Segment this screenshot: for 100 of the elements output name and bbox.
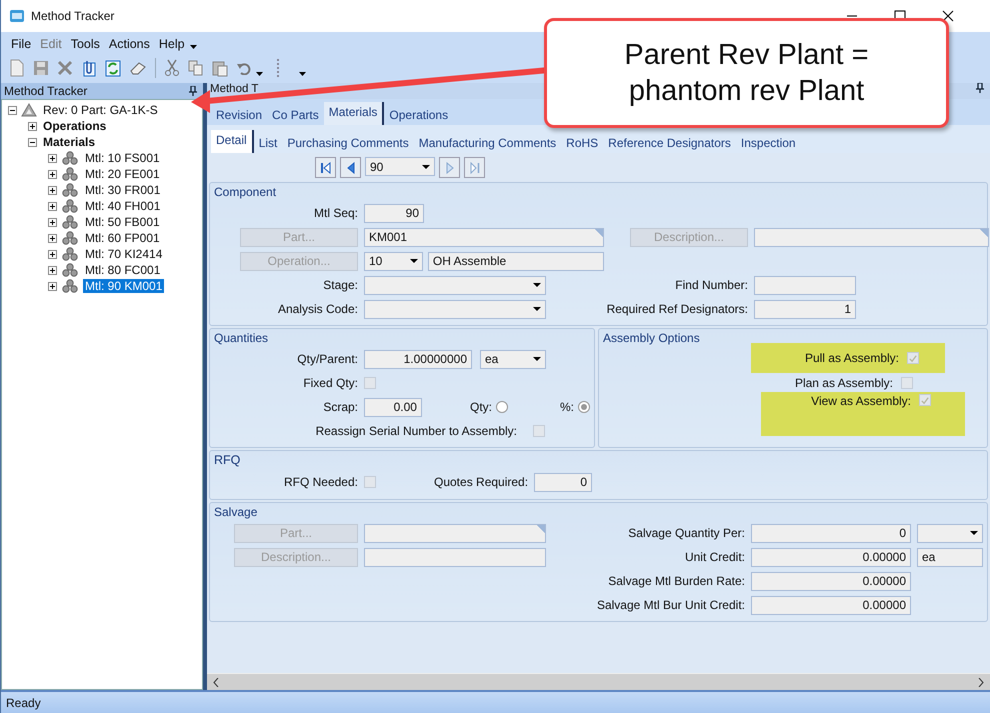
delete-icon[interactable] — [57, 60, 73, 76]
tab[interactable]: Co Parts — [267, 105, 324, 125]
checkbox[interactable] — [907, 352, 919, 364]
tab[interactable]: Detail — [211, 130, 254, 153]
attach-icon[interactable] — [81, 59, 97, 77]
tab[interactable]: Inspection — [736, 133, 801, 153]
tree-item[interactable]: Mtl: 70 KI2414 — [83, 247, 164, 261]
tree-item[interactable]: Mtl: 60 FP001 — [83, 231, 162, 245]
bur-unit-credit-field[interactable]: 0.00000 — [751, 596, 911, 614]
previous-icon — [346, 162, 356, 174]
radio-label: %: — [560, 400, 576, 414]
salvage-part-field[interactable] — [364, 524, 546, 542]
find-number-field[interactable] — [754, 276, 856, 294]
field-label: Fixed Qty: — [302, 376, 359, 390]
expand-icon[interactable] — [48, 154, 57, 162]
tree-item[interactable]: Mtl: 50 FB001 — [83, 215, 162, 229]
salvage-quantity-field[interactable]: 0 — [751, 524, 911, 542]
pin-icon[interactable] — [189, 86, 197, 96]
tab[interactable]: Purchasing Comments — [282, 133, 414, 153]
reassign-serial-checkbox[interactable] — [533, 425, 545, 437]
uom-field[interactable]: ea — [917, 548, 983, 566]
tree-item[interactable]: Mtl: 20 FE001 — [83, 167, 162, 181]
tab[interactable]: List — [254, 133, 282, 153]
pin-icon[interactable] — [976, 83, 984, 93]
field-label: Quotes Required: — [434, 475, 528, 489]
expand-icon[interactable] — [48, 266, 57, 274]
checkbox[interactable] — [919, 394, 931, 406]
paste-icon[interactable] — [212, 59, 228, 77]
expand-icon[interactable] — [48, 218, 57, 226]
menu-item[interactable]: Help — [158, 36, 185, 50]
tree-item[interactable]: Mtl: 90 KM001 — [83, 279, 164, 293]
operation-dropdown[interactable]: 10 — [364, 252, 423, 270]
expand-icon[interactable] — [28, 138, 37, 146]
horizontal-scrollbar[interactable] — [207, 673, 990, 690]
tree-item[interactable]: Mtl: 10 FS001 — [83, 151, 162, 165]
tab[interactable]: Reference Designators — [603, 133, 736, 153]
close-icon[interactable] — [942, 10, 954, 22]
group-title: Salvage — [214, 505, 258, 521]
field-label: Find Number: — [674, 278, 749, 292]
tree-item[interactable]: Mtl: 40 FH001 — [83, 199, 162, 213]
tree-item[interactable]: Mtl: 30 FR001 — [83, 183, 162, 197]
field-label: Salvage Quantity Per: — [627, 526, 746, 540]
caret-icon[interactable] — [299, 72, 306, 76]
copy-icon[interactable] — [188, 60, 204, 76]
tab[interactable]: Revision — [211, 105, 268, 125]
scrap-field[interactable]: 0.00 — [364, 398, 422, 416]
cubes-icon — [61, 231, 79, 245]
part-field[interactable]: KM001 — [364, 228, 604, 246]
caret-icon[interactable] — [256, 72, 263, 76]
salvage-description-field[interactable] — [364, 548, 546, 566]
uom-dropdown[interactable]: ea — [480, 350, 546, 368]
field-label: Required Ref Designators: — [606, 302, 749, 316]
previous-record-button[interactable] — [340, 157, 361, 178]
radio-button[interactable] — [578, 401, 590, 413]
status-text: Ready — [6, 696, 41, 710]
menu-item[interactable]: Tools — [70, 36, 100, 50]
eraser-icon[interactable] — [129, 60, 147, 76]
caret-icon[interactable] — [190, 44, 197, 48]
tab[interactable]: Materials — [324, 102, 384, 125]
checkbox[interactable] — [901, 376, 913, 388]
group-title: RFQ — [214, 453, 240, 469]
expand-icon[interactable] — [48, 250, 57, 258]
cubes-icon — [61, 247, 79, 261]
scroll-right-icon[interactable] — [978, 678, 984, 686]
first-record-button[interactable] — [315, 157, 336, 178]
qty-per-parent-field[interactable]: 1.00000000 — [364, 350, 472, 368]
cubes-icon — [61, 215, 79, 229]
tree-item[interactable]: Materials — [41, 135, 98, 149]
panel-title: Method Tracker — [4, 84, 88, 98]
scissors-icon[interactable] — [164, 59, 180, 77]
required-ref-designators-field[interactable]: 1 — [754, 300, 856, 318]
tree-item[interactable]: Mtl: 80 FC001 — [83, 263, 162, 277]
tab[interactable]: Manufacturing Comments — [414, 133, 562, 153]
expand-icon[interactable] — [48, 234, 57, 242]
cubes-icon — [61, 167, 79, 181]
fixed-qty-checkbox[interactable] — [364, 377, 376, 389]
expand-icon[interactable] — [48, 186, 57, 194]
burden-rate-field[interactable]: 0.00000 — [751, 572, 911, 590]
tree-item[interactable]: Rev: 0 Part: GA-1K-S — [41, 103, 160, 117]
quotes-required-field[interactable]: 0 — [534, 472, 592, 492]
expand-icon[interactable] — [48, 282, 57, 290]
operation-description-field[interactable]: OH Assemble — [428, 252, 604, 270]
rfq-needed-checkbox[interactable] — [364, 476, 376, 488]
collapse-icon[interactable] — [8, 106, 17, 114]
scroll-left-icon[interactable] — [213, 678, 219, 686]
radio-button[interactable] — [496, 401, 508, 413]
mtl-seq-field[interactable]: 90 — [364, 204, 424, 222]
menu-item[interactable]: Actions — [108, 36, 150, 50]
expand-icon[interactable] — [48, 170, 57, 178]
tab[interactable]: RoHS — [561, 133, 604, 153]
menu-item[interactable]: File — [11, 36, 32, 50]
expand-icon[interactable] — [28, 122, 37, 130]
unit-credit-field[interactable]: 0.00000 — [751, 548, 911, 566]
tab[interactable]: Operations — [384, 105, 454, 125]
refresh-icon[interactable] — [105, 59, 121, 77]
expand-icon[interactable] — [48, 202, 57, 210]
last-record-button[interactable] — [464, 157, 485, 178]
record-dropdown[interactable]: 90 — [365, 157, 435, 176]
tree-item[interactable]: Operations — [41, 119, 108, 133]
description-field[interactable] — [754, 228, 989, 246]
